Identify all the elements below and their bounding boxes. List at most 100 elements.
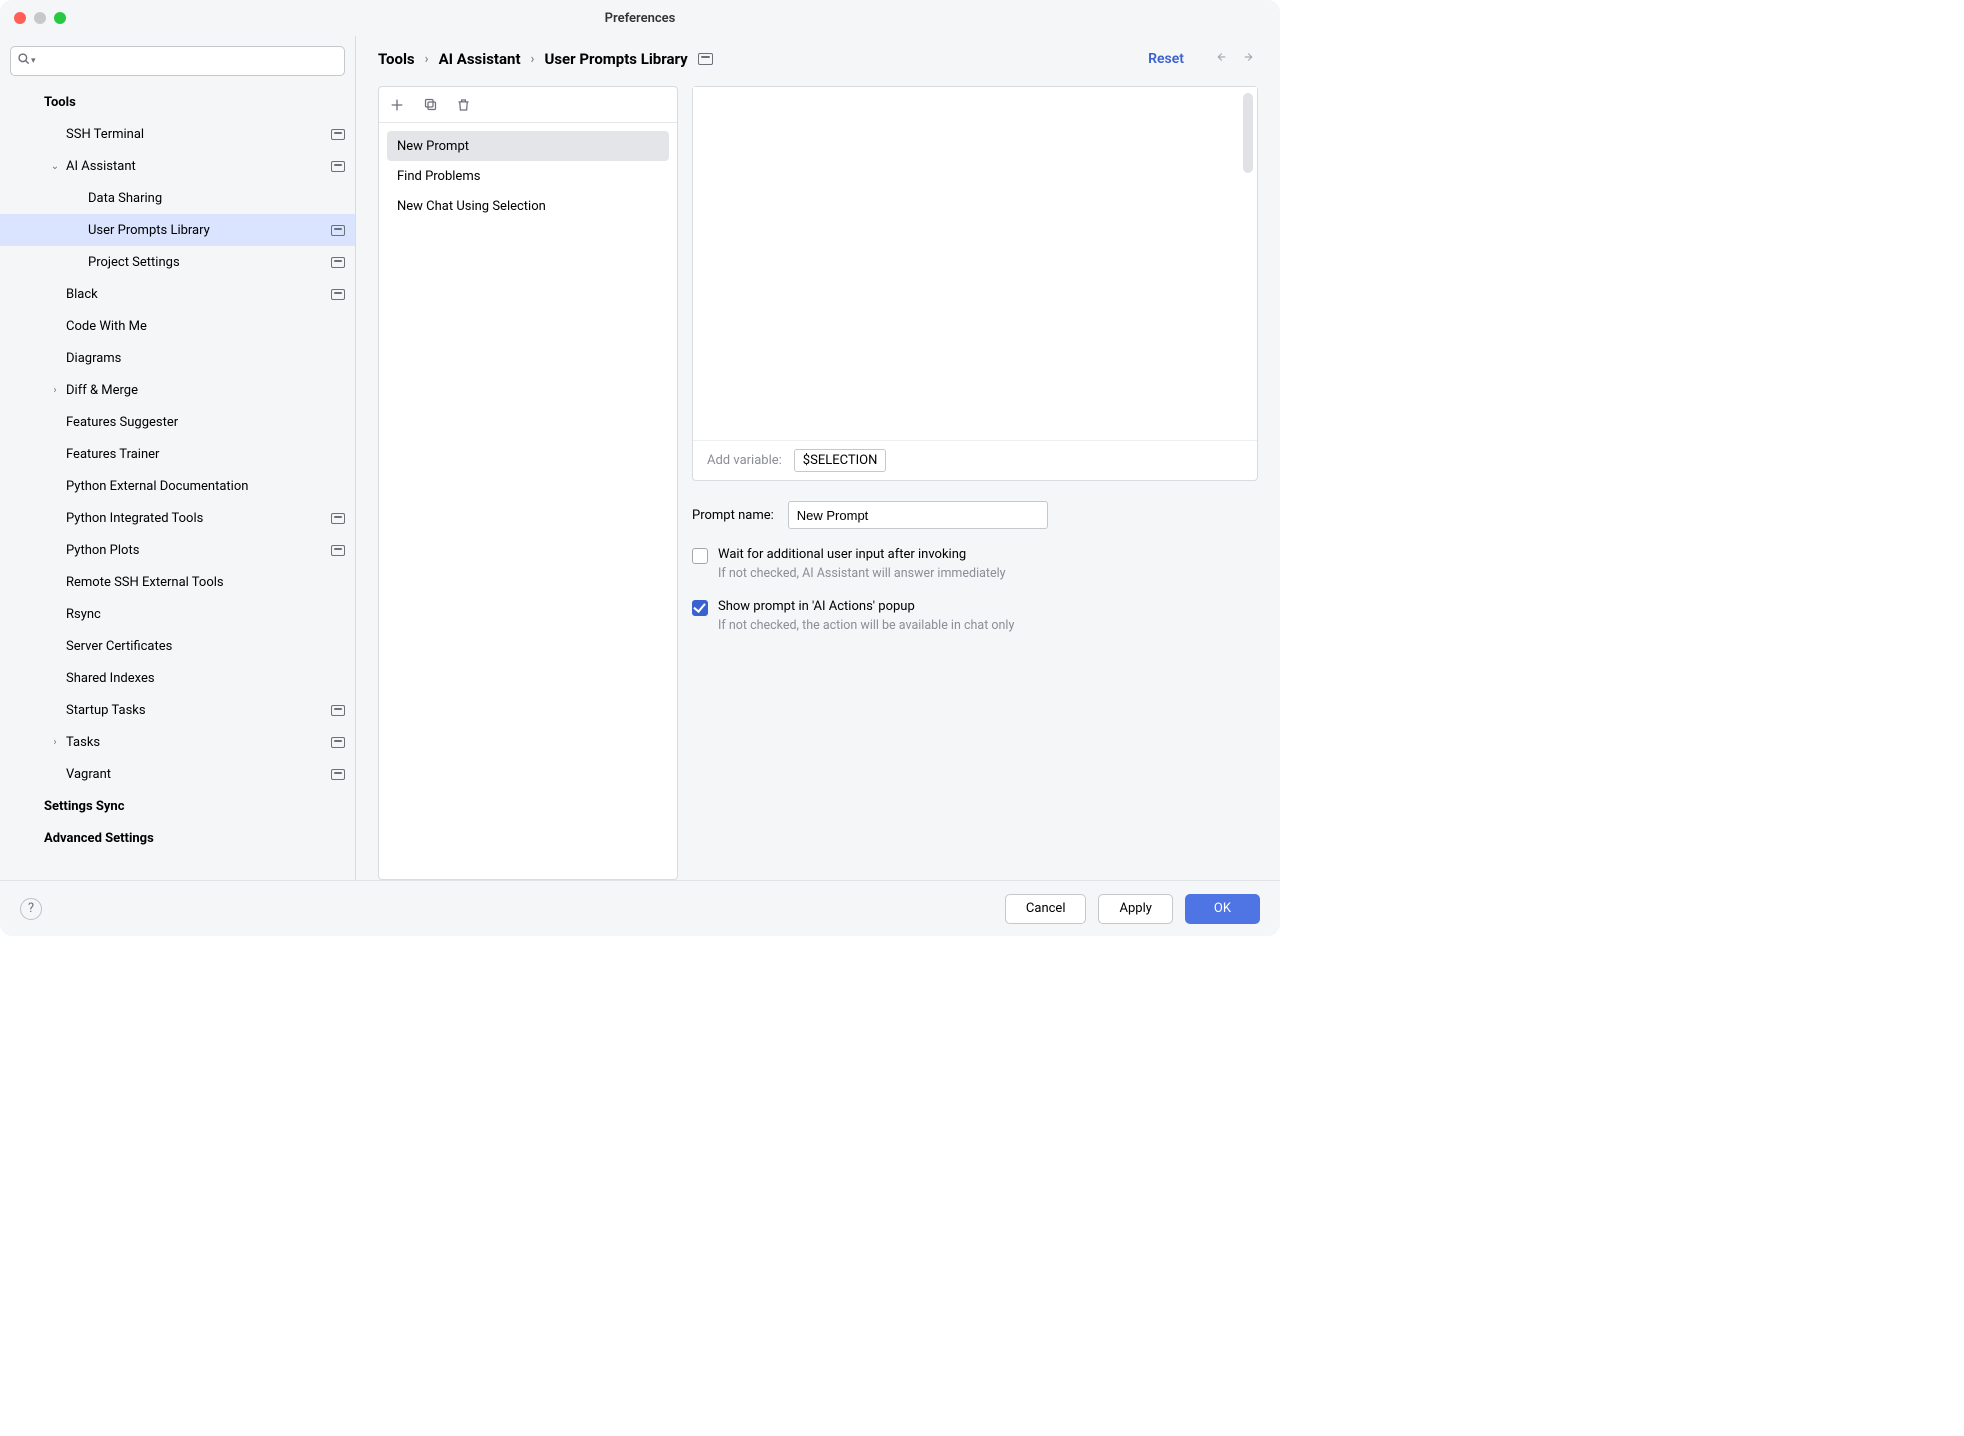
dialog-footer: ? Cancel Apply OK [0,880,1280,936]
wait-input-checkbox[interactable] [692,548,708,564]
tree-node[interactable]: Shared Indexes [0,662,355,694]
project-scope-icon [331,705,345,716]
titlebar: Preferences [0,0,1280,36]
breadcrumb-item[interactable]: AI Assistant [439,50,521,68]
prompt-editor-box: Add variable: $SELECTION [692,86,1258,481]
project-scope-icon [331,289,345,300]
wait-input-text: Wait for additional user input after inv… [718,547,1006,581]
scrollbar[interactable] [1243,93,1253,173]
project-scope-icon [331,257,345,268]
duplicate-prompt-button[interactable] [423,97,438,112]
tree-node[interactable]: Code With Me [0,310,355,342]
prompt-list-panel: New PromptFind ProblemsNew Chat Using Se… [378,86,678,880]
tree-node[interactable]: Rsync [0,598,355,630]
tree-node-label: Data Sharing [88,191,345,206]
settings-tree[interactable]: Tools SSH Terminal ⌄ AI Assistant Data Shari… [0,86,355,880]
sidebar: ▾ Tools SSH Terminal ⌄ AI Assistant Data Sha… [0,36,356,880]
search-input[interactable] [38,53,338,70]
tree-node[interactable]: Server Certificates [0,630,355,662]
add-variable-label: Add variable: [707,453,782,468]
chevron-down-icon[interactable]: ⌄ [48,161,62,172]
show-popup-row: Show prompt in 'AI Actions' popup If not… [692,599,1258,633]
tree-node[interactable]: Remote SSH External Tools [0,566,355,598]
tree-node[interactable]: ⌄ AI Assistant [0,150,355,182]
apply-button[interactable]: Apply [1098,894,1172,924]
tree-node[interactable]: Black [0,278,355,310]
show-popup-checkbox[interactable] [692,600,708,616]
tree-node-label: Rsync [66,607,345,622]
prompt-name-label: Prompt name: [692,508,774,523]
tree-node-label: Features Suggester [66,415,345,430]
search-dropdown-icon[interactable]: ▾ [29,56,38,66]
tree-node-label: Code With Me [66,319,345,334]
add-prompt-button[interactable] [389,97,405,113]
help-button[interactable]: ? [20,898,42,920]
tree-node-label: Diagrams [66,351,345,366]
tree-node[interactable]: Python Plots [0,534,355,566]
tree-node[interactable]: Features Suggester [0,406,355,438]
tree-node-label: Remote SSH External Tools [66,575,345,590]
body: ▾ Tools SSH Terminal ⌄ AI Assistant Data Sha… [0,36,1280,880]
breadcrumb-item[interactable]: User Prompts Library [544,50,687,68]
tree-node[interactable]: Python External Documentation [0,470,355,502]
show-popup-text: Show prompt in 'AI Actions' popup If not… [718,599,1014,633]
tree-node-label: Python Plots [66,543,331,558]
tree-node-label: Features Trainer [66,447,345,462]
prompt-editor-area [693,87,1257,440]
tree-node-label: Shared Indexes [66,671,345,686]
reset-link[interactable]: Reset [1148,51,1184,67]
tree-node-label: Vagrant [66,767,331,782]
tree-node-label: Black [66,287,331,302]
tree-node-label: Server Certificates [66,639,345,654]
tree-node[interactable]: Startup Tasks [0,694,355,726]
breadcrumb-item[interactable]: Tools [378,50,415,68]
ok-button[interactable]: OK [1185,894,1260,924]
tree-node[interactable]: Advanced Settings [0,822,355,854]
tree-node[interactable]: Data Sharing [0,182,355,214]
chevron-right-icon[interactable]: › [48,385,62,396]
preferences-window: Preferences ▾ Tools SSH Terminal ⌄ AI Assis… [0,0,1280,936]
prompt-list-item[interactable]: Find Problems [387,161,669,191]
tree-node-label: Startup Tasks [66,703,331,718]
prompt-textarea[interactable] [693,87,1257,440]
search-wrap: ▾ [0,46,355,86]
search-box[interactable]: ▾ [10,46,345,76]
cancel-button[interactable]: Cancel [1005,894,1087,924]
nav-forward-button[interactable] [1242,50,1258,68]
project-scope-icon [331,513,345,524]
prompt-list[interactable]: New PromptFind ProblemsNew Chat Using Se… [379,123,677,879]
tree-node[interactable]: Tools [0,86,355,118]
tree-node-label: Diff & Merge [66,383,345,398]
tree-node[interactable]: Python Integrated Tools [0,502,355,534]
prompt-list-item[interactable]: New Prompt [387,131,669,161]
project-scope-icon [331,769,345,780]
prompt-name-row: Prompt name: [692,501,1258,529]
wait-input-hint: If not checked, AI Assistant will answer… [718,566,1006,581]
tree-node-label: SSH Terminal [66,127,331,142]
selection-variable-button[interactable]: $SELECTION [794,449,887,472]
nav-back-button[interactable] [1212,50,1228,68]
prompt-form: Prompt name: Wait for additional user in… [692,481,1258,633]
tree-node[interactable]: Vagrant [0,758,355,790]
tree-node-label: User Prompts Library [88,223,331,238]
tree-node-label: Project Settings [88,255,331,270]
chevron-right-icon: › [425,52,429,67]
window-title: Preferences [0,11,1280,26]
tree-node[interactable]: ›Tasks [0,726,355,758]
prompt-list-item[interactable]: New Chat Using Selection [387,191,669,221]
tree-node[interactable]: Project Settings [0,246,355,278]
project-scope-icon [331,545,345,556]
project-scope-icon [331,225,345,236]
prompt-name-input[interactable] [788,501,1048,529]
tree-node-label: AI Assistant [66,159,331,174]
chevron-right-icon[interactable]: › [48,737,62,748]
tree-node[interactable]: Features Trainer [0,438,355,470]
delete-prompt-button[interactable] [456,97,471,113]
project-scope-icon [331,737,345,748]
tree-node[interactable]: Diagrams [0,342,355,374]
tree-node[interactable]: SSH Terminal [0,118,355,150]
nav-arrows [1212,50,1258,68]
tree-node[interactable]: User Prompts Library [0,214,355,246]
tree-node[interactable]: › Diff & Merge [0,374,355,406]
tree-node[interactable]: Settings Sync [0,790,355,822]
